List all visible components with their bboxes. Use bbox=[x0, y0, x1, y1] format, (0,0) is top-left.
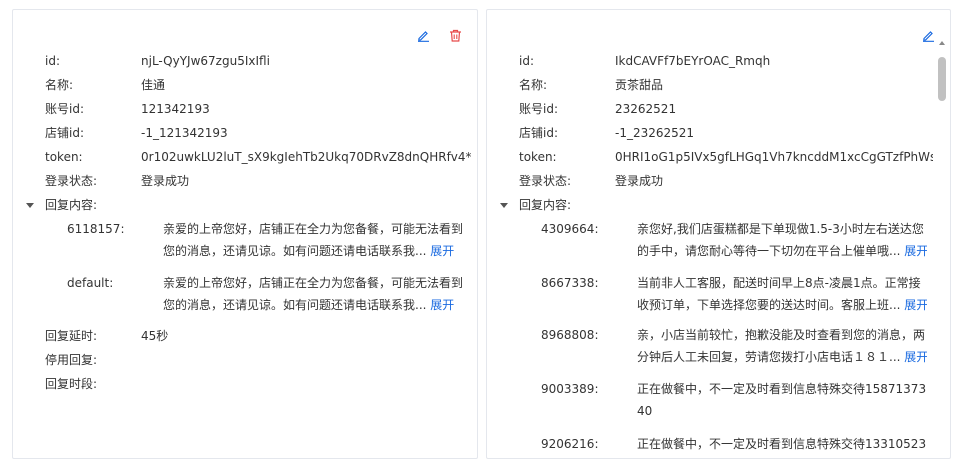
scrollbar-thumb[interactable] bbox=[938, 57, 946, 101]
reply-text: 亲爱的上帝您好，店铺正在全力为您备餐，可能无法看到 您的消息，还请见谅。如有问题… bbox=[163, 272, 469, 316]
scrollbar-track[interactable] bbox=[938, 50, 946, 455]
field-value: 贡茶甜品 bbox=[615, 78, 664, 92]
reply-text: 当前非人工客服，配送时间早上8点-凌晨1点。正常接 收预订单，下单选择您要的送达… bbox=[637, 272, 927, 316]
reply-content-label: 回复内容: bbox=[519, 198, 572, 212]
expand-link[interactable]: 展开 bbox=[430, 298, 454, 312]
reply-content-toggle[interactable]: 回复内容: bbox=[487, 196, 927, 214]
field-label: token: bbox=[45, 150, 83, 164]
field-value: 45秒 bbox=[141, 329, 169, 343]
reply-content-toggle[interactable]: 回复内容: bbox=[13, 196, 477, 214]
field-label: 账号id: bbox=[519, 102, 558, 116]
field-label: 名称: bbox=[45, 78, 74, 92]
reply-key: default: bbox=[67, 276, 114, 290]
field-label: 回复延时: bbox=[45, 329, 98, 343]
field-value: -1_23262521 bbox=[615, 126, 695, 140]
reply-line: 正在做餐中，不一定及时看到信息特殊交待158713735 bbox=[637, 382, 927, 396]
field-label: token: bbox=[519, 150, 557, 164]
field-label: 名称: bbox=[519, 78, 548, 92]
field-value: 121342193 bbox=[141, 102, 210, 116]
reply-text: 正在做餐中，不一定及时看到信息特殊交待158713735 40 bbox=[637, 378, 927, 422]
expand-link[interactable]: 展开 bbox=[904, 298, 927, 312]
expand-link[interactable]: 展开 bbox=[904, 244, 927, 258]
reply-line: 您的消息，还请见谅。如有问题还请电话联系我... bbox=[163, 244, 427, 258]
reply-line: 40 bbox=[637, 404, 653, 418]
field-value: 23262521 bbox=[615, 102, 677, 116]
field-label: 登录状态: bbox=[519, 174, 572, 188]
reply-line: 收预订单，下单选择您要的送达时间。客服上班... bbox=[637, 298, 901, 312]
reply-text: 亲，小店当前较忙，抱歉没能及时查看到您的消息，两 分钟后人工未回复，劳请您拨打小… bbox=[637, 324, 927, 368]
reply-line: 分钟后人工未回复，劳请您拨打小店电话１８１... bbox=[637, 350, 901, 364]
edit-icon[interactable] bbox=[415, 27, 431, 43]
edit-icon[interactable] bbox=[920, 27, 936, 43]
field-label: 店铺id: bbox=[519, 126, 558, 140]
field-label: 回复时段: bbox=[45, 377, 98, 391]
field-value: njL-QyYJw67zgu5IxIfli bbox=[141, 54, 270, 68]
field-value: 佳通 bbox=[141, 78, 166, 92]
reply-key: 8667338: bbox=[541, 276, 599, 290]
reply-content-label: 回复内容: bbox=[45, 198, 98, 212]
card-actions bbox=[415, 27, 463, 43]
field-label: 登录状态: bbox=[45, 174, 98, 188]
reply-key: 6118157: bbox=[67, 222, 125, 236]
reply-text: 亲您好,我们店蛋糕都是下单现做1.5-3小时左右送达您 的手中，请您耐心等待一下… bbox=[637, 218, 927, 262]
field-value: 登录成功 bbox=[141, 174, 190, 188]
field-value: 0r102uwkLU2luT_sX9kgIehTb2Ukq70DRvZ8dnQH… bbox=[141, 150, 471, 164]
reply-line: 正在做餐中，不一定及时看到信息特殊交待133105231 bbox=[637, 437, 927, 451]
reply-line: 的手中，请您耐心等待一下切勿在平台上催单哦... bbox=[637, 244, 901, 258]
reply-line: 亲，小店当前较忙，抱歉没能及时查看到您的消息，两 bbox=[637, 328, 926, 342]
caret-down-icon[interactable] bbox=[500, 203, 508, 208]
field-label: 店铺id: bbox=[45, 126, 84, 140]
reply-line: 亲爱的上帝您好，店铺正在全力为您备餐，可能无法看到 bbox=[163, 222, 464, 236]
card-actions bbox=[920, 27, 936, 43]
reply-line: 亲爱的上帝您好，店铺正在全力为您备餐，可能无法看到 bbox=[163, 276, 464, 290]
scroll-up-arrow[interactable] bbox=[939, 41, 945, 45]
reply-text: 正在做餐中，不一定及时看到信息特殊交待133105231 bbox=[637, 433, 927, 455]
expand-link[interactable]: 展开 bbox=[904, 350, 927, 364]
reply-key: 9003389: bbox=[541, 382, 599, 396]
account-card-right: id: IkdCAVFf7bEYrOAC_Rmqh 名称: 贡茶甜品 账号id:… bbox=[486, 9, 951, 459]
reply-key: 9206216: bbox=[541, 437, 599, 451]
trash-icon[interactable] bbox=[447, 27, 463, 43]
field-label: 账号id: bbox=[45, 102, 84, 116]
reply-key: 4309664: bbox=[541, 222, 599, 236]
field-value: -1_121342193 bbox=[141, 126, 228, 140]
field-label: 停用回复: bbox=[45, 353, 98, 367]
field-value: 登录成功 bbox=[615, 174, 664, 188]
expand-link[interactable]: 展开 bbox=[430, 244, 454, 258]
account-card-left: id: njL-QyYJw67zgu5IxIfli 名称: 佳通 账号id: 1… bbox=[12, 9, 478, 459]
reply-line: 您的消息，还请见谅。如有问题还请电话联系我... bbox=[163, 298, 427, 312]
field-value: 0HRI1oG1p5IVx5gfLHGq1Vh7kncddM1xcCgGTzfP… bbox=[615, 150, 933, 164]
reply-key: 8968808: bbox=[541, 328, 599, 342]
reply-text: 亲爱的上帝您好，店铺正在全力为您备餐，可能无法看到 您的消息，还请见谅。如有问题… bbox=[163, 218, 469, 262]
reply-line: 当前非人工客服，配送时间早上8点-凌晨1点。正常接 bbox=[637, 276, 921, 290]
field-label: id: bbox=[45, 54, 60, 68]
field-label: id: bbox=[519, 54, 534, 68]
caret-down-icon[interactable] bbox=[26, 203, 34, 208]
field-value: IkdCAVFf7bEYrOAC_Rmqh bbox=[615, 54, 771, 68]
reply-line: 亲您好,我们店蛋糕都是下单现做1.5-3小时左右送达您 bbox=[637, 222, 924, 236]
